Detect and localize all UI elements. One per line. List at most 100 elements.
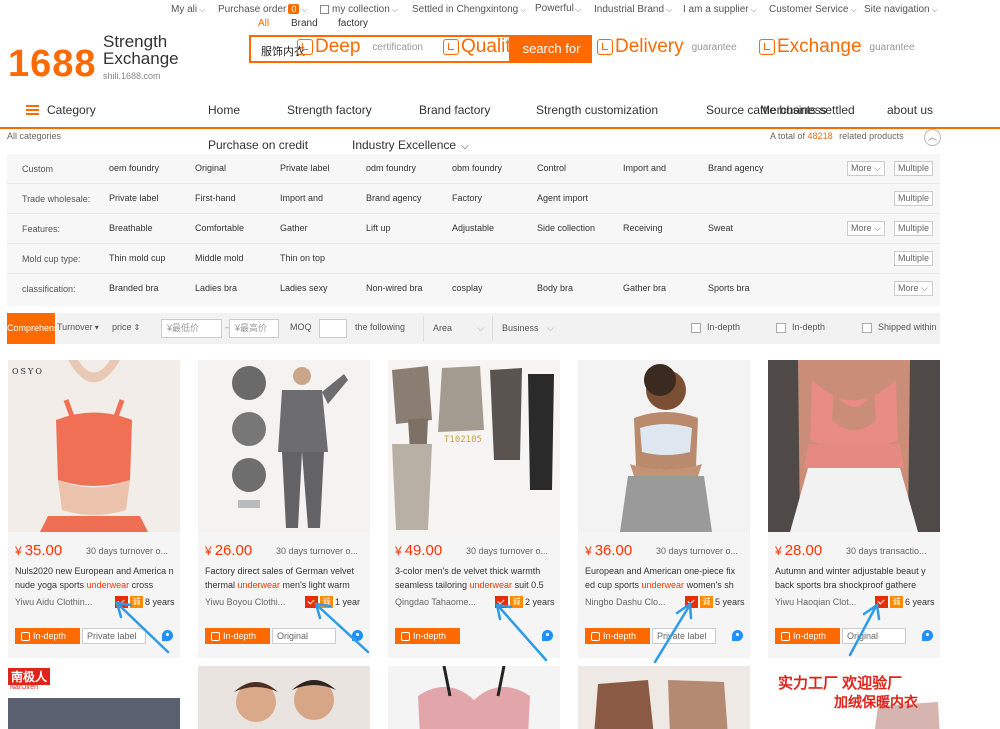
topbar-my-collection[interactable]: my collection ⌵ [320,4,398,15]
chat-icon[interactable] [922,630,933,641]
scope-brand[interactable]: Brand [291,18,318,29]
product-card[interactable]: 南极人 NanJiren [8,666,180,729]
product-image[interactable] [578,360,750,532]
topbar-site-navigation[interactable]: Site navigation ⌵ [864,4,938,15]
product-card[interactable]: OSYO ¥35.00 30 days turnover o... Nuls20… [8,360,180,658]
logo-1688[interactable]: 1688 [8,44,97,84]
moq-input[interactable] [319,319,347,338]
filter-option[interactable]: Receiving [623,223,663,233]
min-price-input[interactable]: ¥最低价 [161,319,222,338]
filter-option[interactable]: Original [195,163,226,173]
breadcrumb[interactable]: All categories [7,131,61,141]
chat-icon[interactable] [162,630,173,641]
more-button[interactable]: More ⌵ [847,221,885,236]
filter-option[interactable]: Brand agency [708,163,764,173]
more-button[interactable]: More ⌵ [847,161,885,176]
topbar-my-ali[interactable]: My ali ⌵ [171,4,205,15]
seller-name[interactable]: Yiwu Aidu Clothin... [15,597,113,607]
topbar-settled[interactable]: Settled in Chengxintong ⌵ [412,4,526,15]
product-card[interactable]: ¥28.00 30 days transactio... Autumn and … [768,360,940,658]
filter-option[interactable]: Thin mold cup [109,253,166,263]
sort-price[interactable]: price ⇕ [112,322,140,332]
filter-option[interactable]: Private label [109,193,159,203]
shipped-within-checkbox[interactable] [862,323,872,333]
filter-option[interactable]: Comfortable [195,223,244,233]
nav-brand-factory[interactable]: Brand factory [419,103,490,117]
product-card[interactable]: 实力工厂 欢迎验厂 加绒保暖内衣 [768,666,940,729]
product-card[interactable] [578,666,750,729]
filter-option[interactable]: Gather [280,223,308,233]
filter-option[interactable]: Import and [280,193,323,203]
area-dropdown[interactable]: Area ⌵ [423,316,490,341]
filter-option[interactable]: Brand agency [366,193,422,203]
filter-option[interactable]: Body bra [537,283,573,293]
sort-turnover[interactable]: Turnover ▾ [57,322,99,332]
product-image[interactable] [768,360,940,532]
nav-merchants-settled[interactable]: Merchants settled [760,103,855,117]
nav-industry-excellence[interactable]: Industry Excellence ⌵ [352,138,469,152]
topbar-customer-service[interactable]: Customer Service ⌵ [769,4,857,15]
scope-all[interactable]: All [258,18,269,29]
seller-name[interactable]: Ningbo Dashu Clo... [585,597,683,607]
filter-option[interactable]: oem foundry [109,163,159,173]
sort-comprehensive[interactable]: Comprehensive [7,313,55,344]
filter-option[interactable]: Sports bra [708,283,750,293]
filter-option[interactable]: Control [537,163,566,173]
topbar-purchase-order[interactable]: Purchase order 0 ⌵ [218,4,307,15]
indepth-checkbox-2[interactable] [776,323,786,333]
business-dropdown[interactable]: Business ⌵ [492,316,560,341]
seller-name[interactable]: Yiwu Haoqian Clot... [775,597,873,607]
nav-home[interactable]: Home [208,103,240,117]
multiple-choice-button[interactable]: Multiple choice [894,161,933,176]
chevron-up-icon[interactable]: ︿ [924,129,941,146]
product-card[interactable] [388,666,560,729]
filter-option[interactable]: obm foundry [452,163,502,173]
filter-option[interactable]: Middle mold [195,253,244,263]
product-image[interactable] [198,360,370,532]
product-image[interactable]: OSYO [8,360,180,532]
search-button[interactable]: search for [511,35,592,63]
filter-option[interactable]: cosplay [452,283,483,293]
product-card[interactable]: T102105 ¥49.00 30 days turnover o... 3-c… [388,360,560,658]
filter-option[interactable]: Adjustable [452,223,494,233]
filter-option[interactable]: Factory [452,193,482,203]
multiple-choice-button[interactable]: Multiple choice [894,221,933,236]
menu-icon[interactable] [26,105,39,115]
filter-option[interactable]: First-hand [195,193,236,203]
product-image[interactable]: T102105 [388,360,560,532]
more-button[interactable]: More ⌵ [894,281,933,296]
filter-option[interactable]: Import and [623,163,666,173]
product-title[interactable]: European and American one-piece fix ed c… [585,564,745,592]
seller-name[interactable]: Yiwu Boyou Clothi... [205,597,303,607]
filter-option[interactable]: Ladies bra [195,283,237,293]
filter-option[interactable]: Agent import [537,193,588,203]
filter-option[interactable]: Non-wired bra [366,283,423,293]
filter-option[interactable]: Thin on top [280,253,325,263]
filter-option[interactable]: Gather bra [623,283,666,293]
chat-icon[interactable] [732,630,743,641]
chat-icon[interactable] [352,630,363,641]
filter-option[interactable]: Sweat [708,223,733,233]
product-title[interactable]: Nuls2020 new European and America n nude… [15,564,175,592]
multiple-choice-button[interactable]: Multiple choice [894,251,933,266]
seller-name[interactable]: Qingdao Tahaome... [395,597,493,607]
chat-icon[interactable] [542,630,553,641]
filter-option[interactable]: odm foundry [366,163,416,173]
nav-strength-factory[interactable]: Strength factory [287,103,372,117]
filter-option[interactable]: Ladies sexy [280,283,328,293]
topbar-industrial-brand[interactable]: Industrial Brand ⌵ [594,4,672,15]
product-card[interactable]: ¥36.00 30 days turnover o... European an… [578,360,750,658]
product-title[interactable]: 3-color men's de velvet thick warmth sea… [395,564,555,592]
multiple-choice-button[interactable]: Multiple choice [894,191,933,206]
nav-strength-customization[interactable]: Strength customization [536,103,658,117]
product-card[interactable] [198,666,370,729]
topbar-supplier[interactable]: I am a supplier ⌵ [683,4,757,15]
filter-option[interactable]: Private label [280,163,330,173]
product-card[interactable]: ¥26.00 30 days turnover o... Factory dir… [198,360,370,658]
filter-option[interactable]: Side collection [537,223,595,233]
scope-factory[interactable]: factory [338,18,368,29]
nav-category[interactable]: Category [47,103,96,117]
filter-option[interactable]: Branded bra [109,283,159,293]
filter-option[interactable]: Lift up [366,223,391,233]
filter-option[interactable]: Breathable [109,223,153,233]
